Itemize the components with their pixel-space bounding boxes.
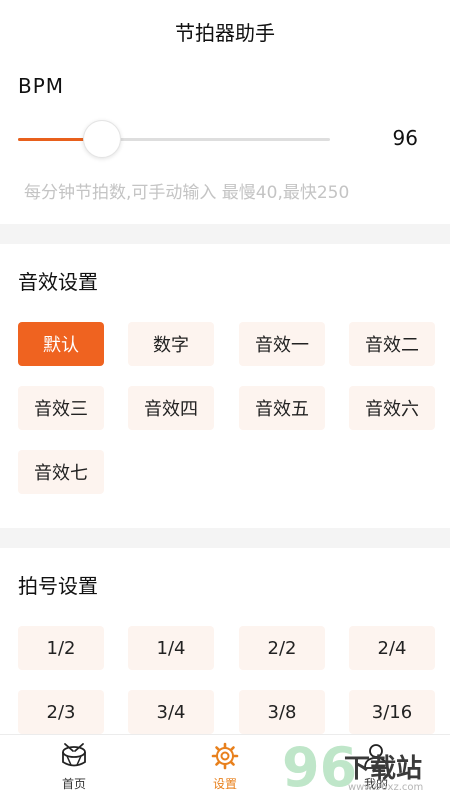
bpm-value[interactable]: 96: [393, 126, 418, 150]
nav-label-settings: 设置: [212, 777, 237, 791]
gear-icon: [211, 742, 239, 770]
nav-item-settings[interactable]: 设置: [180, 741, 270, 797]
page-title: 节拍器助手: [175, 20, 275, 45]
bpm-slider-thumb[interactable]: [83, 120, 122, 158]
meter-option-3-16[interactable]: 3/16: [349, 690, 435, 734]
sound-option-5[interactable]: 音效五: [239, 386, 325, 430]
bpm-hint: 每分钟节拍数,可手动输入 最慢40,最快250: [24, 183, 350, 203]
header: 节拍器助手: [0, 0, 450, 62]
sound-option-4[interactable]: 音效四: [128, 386, 214, 430]
sound-section-title: 音效设置: [18, 270, 98, 294]
section-divider: [0, 528, 450, 548]
meter-option-2-2[interactable]: 2/2: [239, 626, 325, 670]
sound-option-number[interactable]: 数字: [128, 322, 214, 366]
watermark-logo: 96 下载站 www.96xz.com: [282, 736, 450, 800]
meter-option-3-4[interactable]: 3/4: [128, 690, 214, 734]
sound-option-default[interactable]: 默认: [18, 322, 104, 366]
nav-item-home[interactable]: 首页: [29, 741, 119, 797]
app-screen: 节拍器助手 BPM 96 每分钟节拍数,可手动输入 最慢40,最快250 音效设…: [0, 0, 450, 800]
bpm-section: BPM 96 每分钟节拍数,可手动输入 最慢40,最快250: [0, 62, 450, 222]
meter-option-2-3[interactable]: 2/3: [18, 690, 104, 734]
section-divider: [0, 224, 450, 244]
drum-icon: [62, 743, 86, 767]
sound-option-2[interactable]: 音效二: [349, 322, 435, 366]
meter-option-2-4[interactable]: 2/4: [349, 626, 435, 670]
meter-option-1-4[interactable]: 1/4: [128, 626, 214, 670]
nav-label-home: 首页: [61, 777, 86, 791]
meter-option-1-2[interactable]: 1/2: [18, 626, 104, 670]
bpm-label: BPM: [18, 74, 65, 98]
sound-option-7[interactable]: 音效七: [18, 450, 104, 494]
sound-option-6[interactable]: 音效六: [349, 386, 435, 430]
watermark-text: 下载站: [344, 754, 423, 784]
bpm-slider[interactable]: [18, 138, 330, 141]
meter-option-3-8[interactable]: 3/8: [239, 690, 325, 734]
watermark-url: www.96xz.com: [348, 782, 424, 793]
meter-section-title: 拍号设置: [18, 574, 98, 598]
sound-option-3[interactable]: 音效三: [18, 386, 104, 430]
sound-option-1[interactable]: 音效一: [239, 322, 325, 366]
